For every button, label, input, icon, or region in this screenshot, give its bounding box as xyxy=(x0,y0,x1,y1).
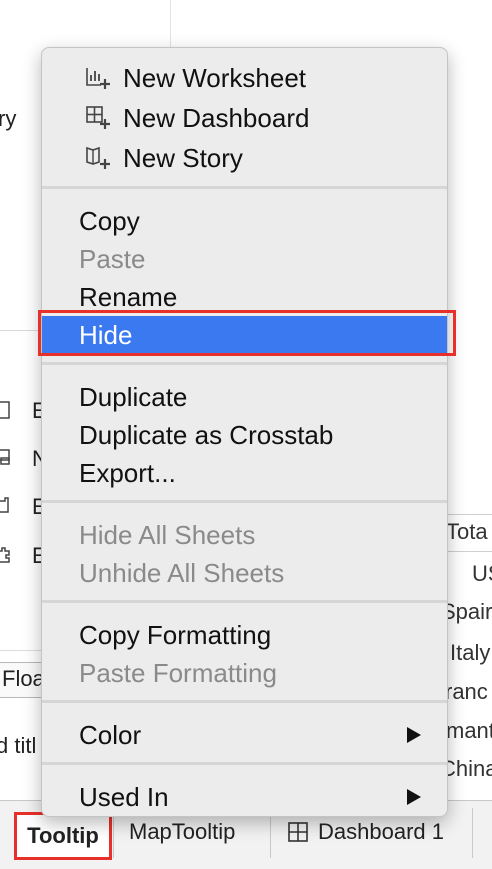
tab-tooltip[interactable]: Tooltip xyxy=(14,812,112,860)
dashboard-icon xyxy=(288,822,308,842)
page-icon xyxy=(0,401,10,419)
menu-separator xyxy=(42,700,447,703)
new-dashboard-icon xyxy=(86,106,110,129)
new-worksheet-icon xyxy=(86,68,110,89)
menu-item-hide-all-sheets: Hide All Sheets xyxy=(42,516,447,554)
extension-icon xyxy=(0,497,9,513)
tab-dashboard-1[interactable]: Dashboard 1 xyxy=(288,812,444,852)
table-cell: US xyxy=(472,561,492,586)
menu-item-duplicate[interactable]: Duplicate xyxy=(42,378,447,416)
puzzle-icon xyxy=(0,547,10,563)
title-fragment: d titl xyxy=(0,733,37,758)
submenu-arrow-icon xyxy=(407,727,421,743)
menu-item-label: Hide All Sheets xyxy=(79,519,256,550)
menu-item-label: Rename xyxy=(79,281,178,312)
table-header-label: Tota xyxy=(446,519,488,544)
table-cell: ranc xyxy=(445,679,488,704)
menu-item-label: Color xyxy=(79,719,142,750)
menu-item-copy[interactable]: Copy xyxy=(42,202,447,240)
menu-item-label: Unhide All Sheets xyxy=(79,557,285,588)
menu-separator xyxy=(42,500,447,503)
menu-separator xyxy=(42,600,447,603)
menu-item-duplicate-as-crosstab[interactable]: Duplicate as Crosstab xyxy=(42,416,447,454)
menu-separator xyxy=(42,186,447,189)
menu-item-export[interactable]: Export... xyxy=(42,454,447,492)
tab-maptooltip[interactable]: MapTooltip xyxy=(129,812,235,852)
menu-item-label: Copy Formatting xyxy=(79,619,272,650)
context-menu: New Worksheet New Dashboard New Story Co… xyxy=(41,47,448,817)
menu-item-label: Paste xyxy=(79,243,146,274)
menu-item-label: Paste Formatting xyxy=(79,657,277,688)
menu-item-label: Used In xyxy=(79,781,169,812)
menu-item-label: New Worksheet xyxy=(123,62,307,93)
new-story-icon xyxy=(86,146,110,169)
menu-item-label: Duplicate as Crosstab xyxy=(79,419,334,450)
divider xyxy=(472,808,473,858)
menu-item-label: Hide xyxy=(79,319,133,350)
menu-separator xyxy=(42,762,447,765)
menu-item-rename[interactable]: Rename xyxy=(42,278,447,316)
menu-item-paste: Paste xyxy=(42,240,447,278)
menu-item-copy-formatting[interactable]: Copy Formatting xyxy=(42,616,447,654)
menu-item-hide[interactable]: Hide xyxy=(42,316,447,354)
floating-button-label[interactable]: Floa xyxy=(2,666,45,692)
submenu-arrow-icon xyxy=(407,789,421,805)
table-cell: Spair xyxy=(441,599,492,624)
menu-item-new-dashboard[interactable]: New Dashboard xyxy=(42,99,447,137)
menu-item-label: Duplicate xyxy=(79,381,188,412)
sidebar-label-fragment: ry xyxy=(0,106,17,131)
menu-item-unhide-all-sheets: Unhide All Sheets xyxy=(42,554,447,592)
tab-label: MapTooltip xyxy=(129,819,236,844)
menu-item-paste-formatting: Paste Formatting xyxy=(42,654,447,692)
layout-icon xyxy=(0,449,10,465)
table-cell: mant xyxy=(446,718,492,743)
menu-item-used-in[interactable]: Used In xyxy=(42,778,447,816)
menu-item-color[interactable]: Color xyxy=(42,716,447,754)
menu-item-new-story[interactable]: New Story xyxy=(42,139,447,177)
tab-label: Dashboard 1 xyxy=(318,819,444,844)
menu-item-label: Copy xyxy=(79,205,140,236)
menu-item-label: New Dashboard xyxy=(123,102,310,133)
menu-item-label: Export... xyxy=(79,457,176,488)
menu-item-label: New Story xyxy=(123,142,243,173)
table-cell: Italy xyxy=(450,640,491,665)
tab-label: Tooltip xyxy=(27,823,99,848)
menu-separator xyxy=(42,362,447,365)
menu-item-new-worksheet[interactable]: New Worksheet xyxy=(42,59,447,97)
